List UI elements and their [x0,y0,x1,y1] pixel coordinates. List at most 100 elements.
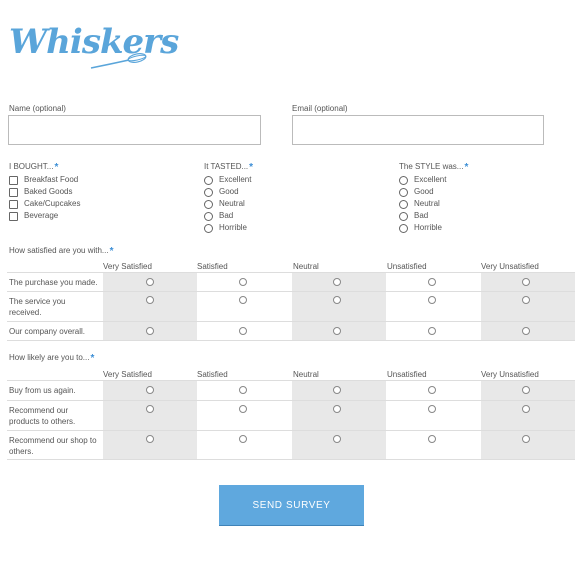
checkbox[interactable] [9,187,18,197]
option-label: Excellent [414,175,447,184]
rating-radio[interactable] [146,327,154,335]
column-header: Very Satisfied [103,262,152,271]
row-label: Recommend our shop to others. [9,436,97,456]
rating-radio[interactable] [428,278,436,286]
rating-radio[interactable] [146,296,154,304]
radio[interactable] [204,187,213,197]
bought-title: I BOUGHT...* [9,162,58,173]
name-input[interactable] [8,115,261,145]
rating-radio[interactable] [146,405,154,413]
style-option[interactable]: Bad [399,211,428,221]
bought-option[interactable]: Beverage [9,211,58,221]
option-label: Horrible [414,223,443,232]
rating-radio[interactable] [333,327,341,335]
column-header: Satisfied [197,370,228,379]
required-asterisk: * [54,162,59,173]
rating-radio[interactable] [239,278,247,286]
rating-radio[interactable] [428,296,436,304]
send-survey-button[interactable]: SEND SURVEY [219,485,364,525]
style-option[interactable]: Neutral [399,199,440,209]
radio[interactable] [204,199,213,209]
rating-radio[interactable] [333,405,341,413]
style-option[interactable]: Horrible [399,223,442,233]
required-asterisk: * [464,162,469,173]
bought-option[interactable]: Breakfast Food [9,175,78,185]
bought-title-text: I BOUGHT... [9,162,54,171]
column-header: Unsatisfied [387,370,427,379]
tasted-title-text: It TASTED... [204,162,249,171]
option-label: Good [219,187,239,196]
radio[interactable] [204,223,213,233]
rating-radio[interactable] [522,278,530,286]
rating-radio[interactable] [239,327,247,335]
row-label: The purchase you made. [9,278,98,287]
rating-radio[interactable] [333,296,341,304]
checkbox[interactable] [9,211,18,221]
option-label: Neutral [219,199,245,208]
rating-radio[interactable] [146,278,154,286]
satisfaction-title: How satisfied are you with...* [9,246,114,257]
style-option[interactable]: Good [399,187,434,197]
required-asterisk: * [249,162,254,173]
matrix-header: Very Satisfied Satisfied Neutral Unsatis… [7,262,575,272]
option-label: Breakfast Food [24,175,79,184]
rating-radio[interactable] [428,405,436,413]
column-header: Very Unsatisfied [481,370,539,379]
tasted-option[interactable]: Neutral [204,199,245,209]
tasted-title: It TASTED...* [204,162,253,173]
matrix-row: Recommend our shop to others. [7,430,575,460]
matrix-header: Very Satisfied Satisfied Neutral Unsatis… [7,370,575,380]
radio[interactable] [399,187,408,197]
email-label: Email (optional) [292,104,348,113]
rating-radio[interactable] [239,296,247,304]
tasted-option[interactable]: Excellent [204,175,251,185]
tasted-option[interactable]: Good [204,187,239,197]
whiskers-logo: Whiskers [9,22,179,74]
style-option[interactable]: Excellent [399,175,446,185]
matrix-row: Recommend our products to others. [7,400,575,430]
rating-radio[interactable] [333,386,341,394]
rating-radio[interactable] [146,435,154,443]
tasted-option[interactable]: Horrible [204,223,247,233]
style-title: The STYLE was...* [399,162,468,173]
matrix-row: Our company overall. [7,321,575,341]
row-label: Our company overall. [9,327,86,336]
rating-radio[interactable] [239,435,247,443]
rating-radio[interactable] [333,278,341,286]
rating-radio[interactable] [333,435,341,443]
radio[interactable] [399,199,408,209]
rating-radio[interactable] [522,435,530,443]
rating-radio[interactable] [239,405,247,413]
rating-radio[interactable] [522,405,530,413]
tasted-option[interactable]: Bad [204,211,233,221]
matrix-row: The purchase you made. [7,272,575,291]
rating-radio[interactable] [522,386,530,394]
rating-radio[interactable] [522,296,530,304]
bought-option[interactable]: Baked Goods [9,187,72,197]
rating-radio[interactable] [428,386,436,394]
likelihood-matrix: Very Satisfied Satisfied Neutral Unsatis… [7,370,575,460]
option-label: Bad [414,211,429,220]
rating-radio[interactable] [239,386,247,394]
email-input[interactable] [292,115,544,145]
checkbox[interactable] [9,199,18,209]
rating-radio[interactable] [522,327,530,335]
rating-radio[interactable] [428,327,436,335]
whisk-icon [90,53,147,69]
radio[interactable] [399,211,408,221]
option-label: Baked Goods [24,187,73,196]
bought-option[interactable]: Cake/Cupcakes [9,199,80,209]
radio[interactable] [399,223,408,233]
row-label: The service you received. [9,297,66,317]
radio[interactable] [204,211,213,221]
rating-radio[interactable] [428,435,436,443]
matrix-row: Buy from us again. [7,380,575,400]
checkbox[interactable] [9,175,18,185]
rating-radio[interactable] [146,386,154,394]
column-header: Neutral [293,262,319,271]
option-label: Neutral [414,199,440,208]
column-header: Very Satisfied [103,370,152,379]
radio[interactable] [399,175,408,185]
option-label: Excellent [219,175,252,184]
radio[interactable] [204,175,213,185]
